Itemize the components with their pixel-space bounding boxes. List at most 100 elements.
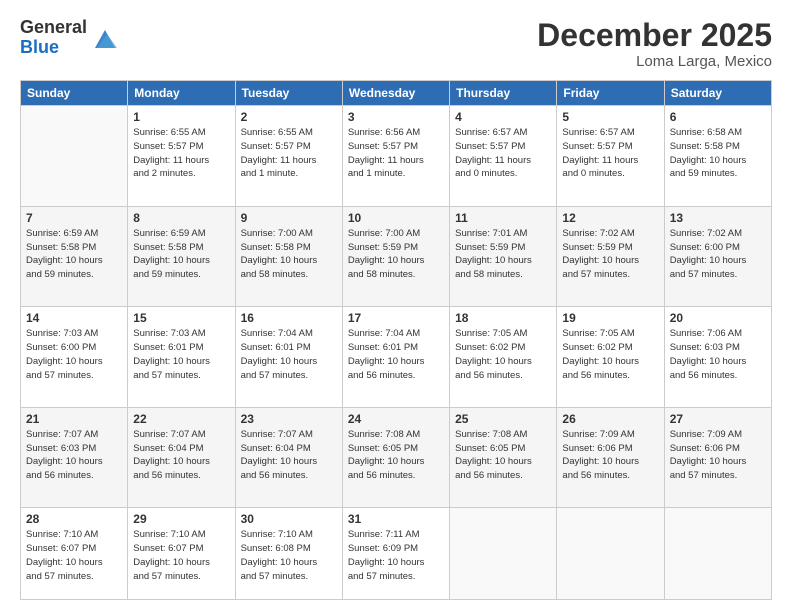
table-row: 20 Sunrise: 7:06 AM Sunset: 6:03 PM Dayli… bbox=[664, 307, 771, 408]
day-number: 2 bbox=[241, 110, 337, 124]
table-row: 1 Sunrise: 6:55 AM Sunset: 5:57 PM Daylig… bbox=[128, 106, 235, 207]
week-row-4: 21 Sunrise: 7:07 AM Sunset: 6:03 PM Dayli… bbox=[21, 407, 772, 508]
location: Loma Larga, Mexico bbox=[537, 53, 772, 70]
table-row: 30Sunrise: 7:10 AM Sunset: 6:08 PM Dayli… bbox=[235, 508, 342, 600]
day-number: 4 bbox=[455, 110, 551, 124]
day-info: Sunrise: 7:04 AM Sunset: 6:01 PM Dayligh… bbox=[241, 327, 337, 382]
day-number: 18 bbox=[455, 311, 551, 325]
table-row: 11Sunrise: 7:01 AM Sunset: 5:59 PM Dayli… bbox=[450, 206, 557, 307]
day-number: 20 bbox=[670, 311, 766, 325]
day-number: 22 bbox=[133, 412, 229, 426]
day-info: Sunrise: 7:03 AM Sunset: 6:01 PM Dayligh… bbox=[133, 327, 229, 382]
col-monday: Monday bbox=[128, 81, 235, 106]
col-wednesday: Wednesday bbox=[342, 81, 449, 106]
table-row: 19 Sunrise: 7:05 AM Sunset: 6:02 PM Dayli… bbox=[557, 307, 664, 408]
table-row: 21 Sunrise: 7:07 AM Sunset: 6:03 PM Dayli… bbox=[21, 407, 128, 508]
col-tuesday: Tuesday bbox=[235, 81, 342, 106]
table-row: 17 Sunrise: 7:04 AM Sunset: 6:01 PM Dayli… bbox=[342, 307, 449, 408]
title-block: December 2025 Loma Larga, Mexico bbox=[537, 18, 772, 70]
logo-text: General Blue bbox=[20, 18, 87, 58]
week-row-2: 7Sunrise: 6:59 AM Sunset: 5:58 PM Daylig… bbox=[21, 206, 772, 307]
day-number: 23 bbox=[241, 412, 337, 426]
day-number: 19 bbox=[562, 311, 658, 325]
table-row: 4Sunrise: 6:57 AM Sunset: 5:57 PM Daylig… bbox=[450, 106, 557, 207]
table-row bbox=[21, 106, 128, 207]
col-sunday: Sunday bbox=[21, 81, 128, 106]
day-info: Sunrise: 7:03 AM Sunset: 6:00 PM Dayligh… bbox=[26, 327, 122, 382]
day-number: 17 bbox=[348, 311, 444, 325]
day-info: Sunrise: 7:08 AM Sunset: 6:05 PM Dayligh… bbox=[348, 428, 444, 483]
day-number: 29 bbox=[133, 512, 229, 526]
col-friday: Friday bbox=[557, 81, 664, 106]
day-info: Sunrise: 7:08 AM Sunset: 6:05 PM Dayligh… bbox=[455, 428, 551, 483]
day-info: Sunrise: 7:00 AM Sunset: 5:59 PM Dayligh… bbox=[348, 227, 444, 282]
day-info: Sunrise: 7:01 AM Sunset: 5:59 PM Dayligh… bbox=[455, 227, 551, 282]
day-info: Sunrise: 7:07 AM Sunset: 6:04 PM Dayligh… bbox=[241, 428, 337, 483]
table-row bbox=[557, 508, 664, 600]
table-row: 23 Sunrise: 7:07 AM Sunset: 6:04 PM Dayli… bbox=[235, 407, 342, 508]
logo-icon bbox=[91, 24, 119, 52]
week-row-5: 28Sunrise: 7:10 AM Sunset: 6:07 PM Dayli… bbox=[21, 508, 772, 600]
table-row bbox=[664, 508, 771, 600]
table-row: 7Sunrise: 6:59 AM Sunset: 5:58 PM Daylig… bbox=[21, 206, 128, 307]
week-row-3: 14Sunrise: 7:03 AM Sunset: 6:00 PM Dayli… bbox=[21, 307, 772, 408]
page: General Blue December 2025 Loma Larga, M… bbox=[0, 0, 792, 612]
table-row: 16 Sunrise: 7:04 AM Sunset: 6:01 PM Dayli… bbox=[235, 307, 342, 408]
table-row: 2 Sunrise: 6:55 AM Sunset: 5:57 PM Daylig… bbox=[235, 106, 342, 207]
table-row: 15 Sunrise: 7:03 AM Sunset: 6:01 PM Dayli… bbox=[128, 307, 235, 408]
day-number: 8 bbox=[133, 211, 229, 225]
day-number: 21 bbox=[26, 412, 122, 426]
calendar-header-row: Sunday Monday Tuesday Wednesday Thursday… bbox=[21, 81, 772, 106]
table-row: 25 Sunrise: 7:08 AM Sunset: 6:05 PM Dayli… bbox=[450, 407, 557, 508]
day-info: Sunrise: 6:55 AM Sunset: 5:57 PM Dayligh… bbox=[133, 126, 229, 181]
day-info: Sunrise: 7:04 AM Sunset: 6:01 PM Dayligh… bbox=[348, 327, 444, 382]
calendar-table: Sunday Monday Tuesday Wednesday Thursday… bbox=[20, 80, 772, 600]
day-number: 25 bbox=[455, 412, 551, 426]
logo: General Blue bbox=[20, 18, 119, 58]
day-info: Sunrise: 7:06 AM Sunset: 6:03 PM Dayligh… bbox=[670, 327, 766, 382]
day-number: 10 bbox=[348, 211, 444, 225]
day-number: 24 bbox=[348, 412, 444, 426]
day-info: Sunrise: 7:11 AM Sunset: 6:09 PM Dayligh… bbox=[348, 528, 444, 583]
day-number: 6 bbox=[670, 110, 766, 124]
header: General Blue December 2025 Loma Larga, M… bbox=[20, 18, 772, 70]
logo-general: General bbox=[20, 18, 87, 38]
table-row: 8Sunrise: 6:59 AM Sunset: 5:58 PM Daylig… bbox=[128, 206, 235, 307]
day-number: 1 bbox=[133, 110, 229, 124]
day-number: 5 bbox=[562, 110, 658, 124]
table-row: 22 Sunrise: 7:07 AM Sunset: 6:04 PM Dayli… bbox=[128, 407, 235, 508]
table-row: 13 Sunrise: 7:02 AM Sunset: 6:00 PM Dayli… bbox=[664, 206, 771, 307]
col-thursday: Thursday bbox=[450, 81, 557, 106]
day-info: Sunrise: 6:55 AM Sunset: 5:57 PM Dayligh… bbox=[241, 126, 337, 181]
day-number: 12 bbox=[562, 211, 658, 225]
day-info: Sunrise: 7:07 AM Sunset: 6:04 PM Dayligh… bbox=[133, 428, 229, 483]
table-row bbox=[450, 508, 557, 600]
table-row: 14Sunrise: 7:03 AM Sunset: 6:00 PM Dayli… bbox=[21, 307, 128, 408]
day-number: 9 bbox=[241, 211, 337, 225]
day-info: Sunrise: 7:09 AM Sunset: 6:06 PM Dayligh… bbox=[670, 428, 766, 483]
day-info: Sunrise: 6:57 AM Sunset: 5:57 PM Dayligh… bbox=[562, 126, 658, 181]
day-info: Sunrise: 7:07 AM Sunset: 6:03 PM Dayligh… bbox=[26, 428, 122, 483]
table-row: 27Sunrise: 7:09 AM Sunset: 6:06 PM Dayli… bbox=[664, 407, 771, 508]
day-info: Sunrise: 7:02 AM Sunset: 6:00 PM Dayligh… bbox=[670, 227, 766, 282]
table-row: 28Sunrise: 7:10 AM Sunset: 6:07 PM Dayli… bbox=[21, 508, 128, 600]
day-info: Sunrise: 6:56 AM Sunset: 5:57 PM Dayligh… bbox=[348, 126, 444, 181]
day-number: 3 bbox=[348, 110, 444, 124]
day-info: Sunrise: 7:10 AM Sunset: 6:07 PM Dayligh… bbox=[26, 528, 122, 583]
day-number: 15 bbox=[133, 311, 229, 325]
table-row: 24 Sunrise: 7:08 AM Sunset: 6:05 PM Dayli… bbox=[342, 407, 449, 508]
day-info: Sunrise: 7:00 AM Sunset: 5:58 PM Dayligh… bbox=[241, 227, 337, 282]
day-info: Sunrise: 7:02 AM Sunset: 5:59 PM Dayligh… bbox=[562, 227, 658, 282]
table-row: 9 Sunrise: 7:00 AM Sunset: 5:58 PM Daylig… bbox=[235, 206, 342, 307]
table-row: 31Sunrise: 7:11 AM Sunset: 6:09 PM Dayli… bbox=[342, 508, 449, 600]
day-info: Sunrise: 7:10 AM Sunset: 6:07 PM Dayligh… bbox=[133, 528, 229, 583]
day-info: Sunrise: 6:59 AM Sunset: 5:58 PM Dayligh… bbox=[26, 227, 122, 282]
table-row: 18Sunrise: 7:05 AM Sunset: 6:02 PM Dayli… bbox=[450, 307, 557, 408]
day-info: Sunrise: 7:05 AM Sunset: 6:02 PM Dayligh… bbox=[562, 327, 658, 382]
day-number: 16 bbox=[241, 311, 337, 325]
day-number: 26 bbox=[562, 412, 658, 426]
table-row: 12 Sunrise: 7:02 AM Sunset: 5:59 PM Dayli… bbox=[557, 206, 664, 307]
day-number: 13 bbox=[670, 211, 766, 225]
month-title: December 2025 bbox=[537, 18, 772, 53]
day-info: Sunrise: 6:58 AM Sunset: 5:58 PM Dayligh… bbox=[670, 126, 766, 181]
